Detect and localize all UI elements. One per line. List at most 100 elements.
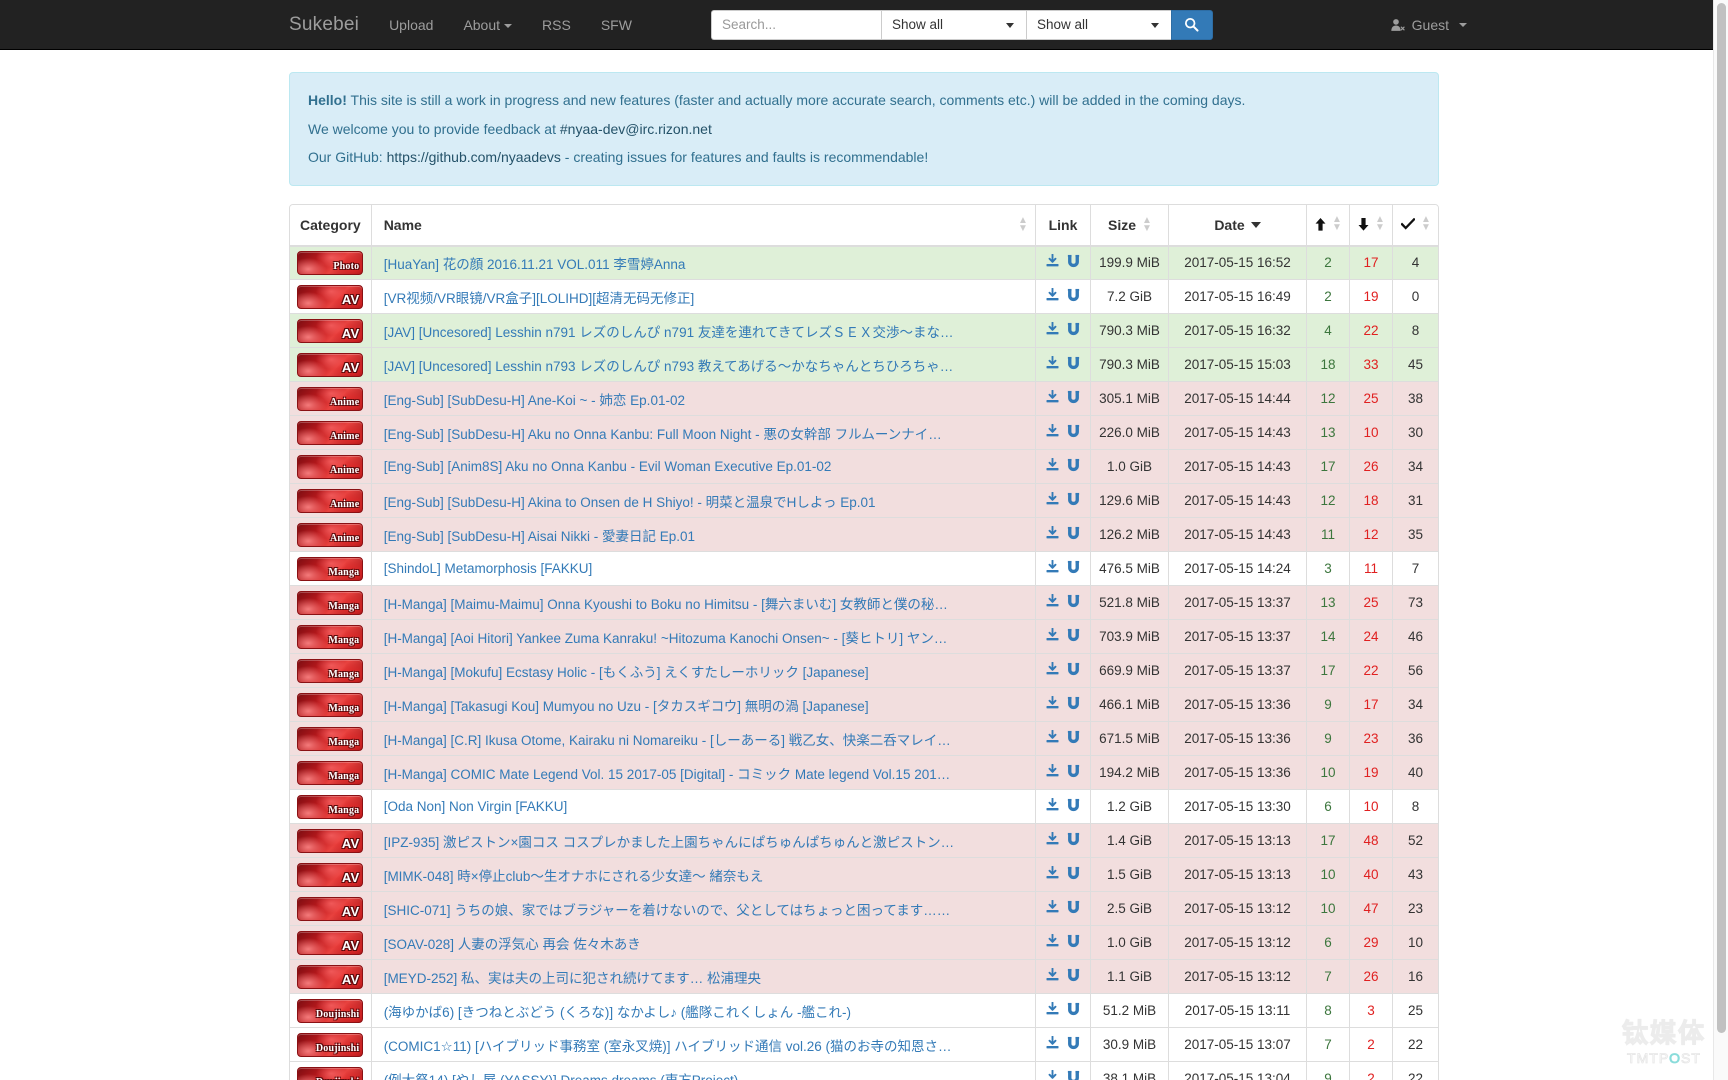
torrent-download-link[interactable] [1045,730,1060,748]
table-row[interactable]: AV[JAV] [Uncesored] Lesshin n793 レズのしんぴ … [290,348,1438,382]
category-thumbnail[interactable]: AV [297,353,363,377]
irc-channel-link[interactable]: #nyaa-dev@irc.rizon.net [560,121,712,137]
column-header-seeders[interactable]: ▲▼ [1307,205,1350,246]
torrent-title-link[interactable]: [Eng-Sub] [Anim8S] Aku no Onna Kanbu - E… [384,459,969,474]
torrent-title-link[interactable]: (海ゆかば6) [きつねとぶどう (くろな)] なかよし♪ (艦隊これくしょん … [384,1001,969,1021]
torrent-download-link[interactable] [1045,458,1060,476]
row-category-cell[interactable]: Anime [290,518,371,552]
table-row[interactable]: Manga[ShindoL] Metamorphosis [FAKKU]476.… [290,552,1438,586]
torrent-title-link[interactable]: [Eng-Sub] [SubDesu-H] Akina to Onsen de … [384,491,969,511]
torrent-title-link[interactable]: [H-Manga] [Maimu-Maimu] Onna Kyoushi to … [384,593,969,613]
nav-item-rss[interactable]: RSS [527,0,586,50]
torrent-download-link[interactable] [1045,254,1060,272]
torrent-download-link[interactable] [1045,1002,1060,1020]
magnet-link[interactable] [1066,458,1081,476]
table-row[interactable]: AV[IPZ-935] 激ピストン×園コス コスプレかました上園ちゃんにぱちゅん… [290,824,1438,858]
torrent-download-link[interactable] [1045,1070,1060,1080]
row-category-cell[interactable]: Doujinshi [290,994,371,1028]
category-thumbnail[interactable]: Anime [297,489,363,513]
table-row[interactable]: Photo[HuaYan] 花の顔 2016.11.21 VOL.011 李雪婷… [290,246,1438,280]
torrent-download-link[interactable] [1045,866,1060,884]
category-thumbnail[interactable]: AV [297,863,363,887]
category-thumbnail[interactable]: Manga [297,659,363,683]
magnet-link[interactable] [1066,696,1081,714]
column-header-date[interactable]: Date [1169,205,1307,246]
torrent-download-link[interactable] [1045,424,1060,442]
torrent-download-link[interactable] [1045,900,1060,918]
torrent-title-link[interactable]: [H-Manga] COMIC Mate Legend Vol. 15 2017… [384,763,969,783]
torrent-title-link[interactable]: [SHIC-071] うちの娘、家ではブラジャーを着けないので、父としてはちょっ… [384,899,969,919]
row-category-cell[interactable]: Manga [290,756,371,790]
category-thumbnail[interactable]: Manga [297,795,363,819]
row-category-cell[interactable]: AV [290,348,371,382]
torrent-download-link[interactable] [1045,934,1060,952]
row-category-cell[interactable]: AV [290,824,371,858]
category-thumbnail[interactable]: AV [297,319,363,343]
category-thumbnail[interactable]: Anime [297,387,363,411]
table-row[interactable]: AV[MEYD-252] 私、実は夫の上司に犯され続けてます… 松浦理央1.1 … [290,960,1438,994]
row-category-cell[interactable]: Manga [290,722,371,756]
search-input[interactable] [711,10,881,40]
row-category-cell[interactable]: AV [290,858,371,892]
magnet-link[interactable] [1066,254,1081,272]
torrent-title-link[interactable]: [ShindoL] Metamorphosis [FAKKU] [384,561,969,576]
user-menu[interactable]: Guest [1391,17,1467,33]
search-submit-button[interactable] [1171,10,1213,40]
table-row[interactable]: AV[JAV] [Uncesored] Lesshin n791 レズのしんぴ … [290,314,1438,348]
magnet-link[interactable] [1066,764,1081,782]
magnet-link[interactable] [1066,526,1081,544]
table-row[interactable]: Doujinshi (例大祭14) [やし屋 (YASSY)] Dreams dr… [290,1062,1438,1080]
category-thumbnail[interactable]: Manga [297,625,363,649]
torrent-download-link[interactable] [1045,492,1060,510]
torrent-title-link[interactable]: (COMIC1☆11) [ハイブリッド事務室 (室永叉焼)] ハイブリッド通信 … [384,1035,969,1055]
row-category-cell[interactable]: Manga [290,790,371,824]
torrent-download-link[interactable] [1045,662,1060,680]
magnet-link[interactable] [1066,288,1081,306]
row-category-cell[interactable]: Doujinshi [290,1062,371,1080]
magnet-link[interactable] [1066,560,1081,578]
magnet-link[interactable] [1066,968,1081,986]
torrent-download-link[interactable] [1045,322,1060,340]
magnet-link[interactable] [1066,798,1081,816]
magnet-link[interactable] [1066,356,1081,374]
table-row[interactable]: Doujinshi (海ゆかば6) [きつねとぶどう (くろな)] なかよし♪ (… [290,994,1438,1028]
table-row[interactable]: Manga[H-Manga] [Aoi Hitori] Yankee Zuma … [290,620,1438,654]
category-thumbnail[interactable]: AV [297,897,363,921]
nav-item-sfw[interactable]: SFW [586,0,647,50]
magnet-link[interactable] [1066,1002,1081,1020]
row-category-cell[interactable]: Manga [290,688,371,722]
table-row[interactable]: Manga[H-Manga] [C.R] Ikusa Otome, Kairak… [290,722,1438,756]
category-thumbnail[interactable]: AV [297,285,363,309]
torrent-download-link[interactable] [1045,356,1060,374]
torrent-download-link[interactable] [1045,560,1060,578]
magnet-link[interactable] [1066,832,1081,850]
category-thumbnail[interactable]: Anime [297,455,363,479]
torrent-title-link[interactable]: [HuaYan] 花の顔 2016.11.21 VOL.011 李雪婷Anna [384,253,969,273]
category-thumbnail[interactable]: AV [297,829,363,853]
column-header-name[interactable]: Name ▲▼ [371,205,1035,246]
row-category-cell[interactable]: AV [290,892,371,926]
table-row[interactable]: Manga[H-Manga] [Takasugi Kou] Mumyou no … [290,688,1438,722]
torrent-download-link[interactable] [1045,390,1060,408]
row-category-cell[interactable]: Anime [290,450,371,484]
magnet-link[interactable] [1066,730,1081,748]
torrent-title-link[interactable]: [Oda Non] Non Virgin [FAKKU] [384,799,969,814]
torrent-download-link[interactable] [1045,526,1060,544]
table-row[interactable]: Anime[Eng-Sub] [SubDesu-H] Aku no Onna K… [290,416,1438,450]
torrent-title-link[interactable]: [MIMK-048] 時×停止club～生オナホにされる少女達～ 緒奈もえ [384,865,969,885]
magnet-link[interactable] [1066,1036,1081,1054]
magnet-link[interactable] [1066,322,1081,340]
row-category-cell[interactable]: Manga [290,654,371,688]
table-row[interactable]: AV[MIMK-048] 時×停止club～生オナホにされる少女達～ 緒奈もえ1… [290,858,1438,892]
torrent-download-link[interactable] [1045,832,1060,850]
category-thumbnail[interactable]: Manga [297,557,363,581]
table-row[interactable]: Manga[H-Manga] [Maimu-Maimu] Onna Kyoush… [290,586,1438,620]
category-thumbnail[interactable]: Doujinshi [297,1067,363,1080]
torrent-download-link[interactable] [1045,764,1060,782]
category-thumbnail[interactable]: AV [297,965,363,989]
magnet-link[interactable] [1066,934,1081,952]
torrent-title-link[interactable]: [MEYD-252] 私、実は夫の上司に犯され続けてます… 松浦理央 [384,967,969,987]
torrent-title-link[interactable]: (例大祭14) [やし屋 (YASSY)] Dreams dreams (東方P… [384,1069,969,1080]
magnet-link[interactable] [1066,424,1081,442]
magnet-link[interactable] [1066,628,1081,646]
